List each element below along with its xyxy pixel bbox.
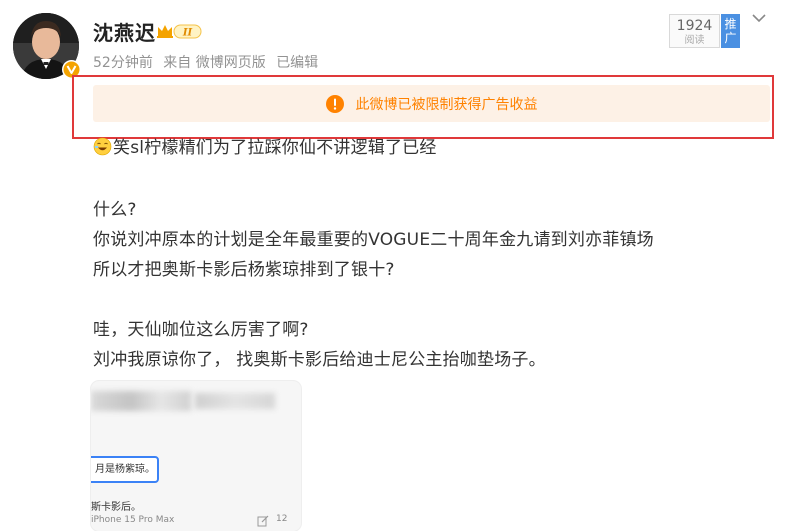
- chevron-down-icon[interactable]: [750, 10, 768, 24]
- promote-button[interactable]: 推广: [721, 14, 740, 48]
- image-preview[interactable]: 月是杨紫琼。 斯卡影后。 iPhone 15 Pro Max 12: [91, 381, 301, 531]
- laugh-emoji-icon: [93, 137, 112, 156]
- preview-count: 12: [276, 514, 288, 524]
- content-line-4: 所以才把奥斯卡影后杨紫琼排到了银十?: [93, 260, 395, 280]
- read-count-box: 1924 阅读: [669, 14, 720, 48]
- post-edited[interactable]: 已编辑: [276, 55, 318, 71]
- read-label: 阅读: [684, 35, 705, 46]
- crown-level-icon[interactable]: II: [156, 22, 202, 40]
- blurred-region: [195, 393, 275, 409]
- blurred-region: [91, 391, 191, 411]
- edit-icon: [257, 515, 269, 527]
- content-line-1: 笑sl柠檬精们为了拉踩你仙不讲逻辑了已经: [93, 133, 437, 158]
- read-count: 1924: [676, 18, 713, 34]
- content-line-6: 刘冲我原谅你了， 找奥斯卡影后给迪士尼公主抬咖垫场子。: [93, 350, 546, 370]
- post-source: 来自 微博网页版: [163, 55, 266, 71]
- post-meta: 52分钟前 来自 微博网页版 已编辑: [93, 52, 324, 72]
- preview-text: 斯卡影后。: [91, 502, 141, 513]
- preview-card-text: 月是杨紫琼。: [91, 456, 159, 483]
- username[interactable]: 沈燕迟: [93, 17, 156, 46]
- content-text-1: 笑sl柠檬精们为了拉踩你仙不讲逻辑了已经: [113, 138, 437, 158]
- level-badge-text: II: [182, 28, 193, 39]
- content-line-5: 哇，天仙咖位这么厉害了啊?: [93, 320, 309, 340]
- content-line-3: 你说刘冲原本的计划是全年最重要的VOGUE二十周年金九请到刘亦菲镇场: [93, 230, 654, 250]
- content-line-2: 什么?: [93, 200, 137, 220]
- highlight-frame: [72, 75, 774, 139]
- post-time[interactable]: 52分钟前: [93, 55, 153, 71]
